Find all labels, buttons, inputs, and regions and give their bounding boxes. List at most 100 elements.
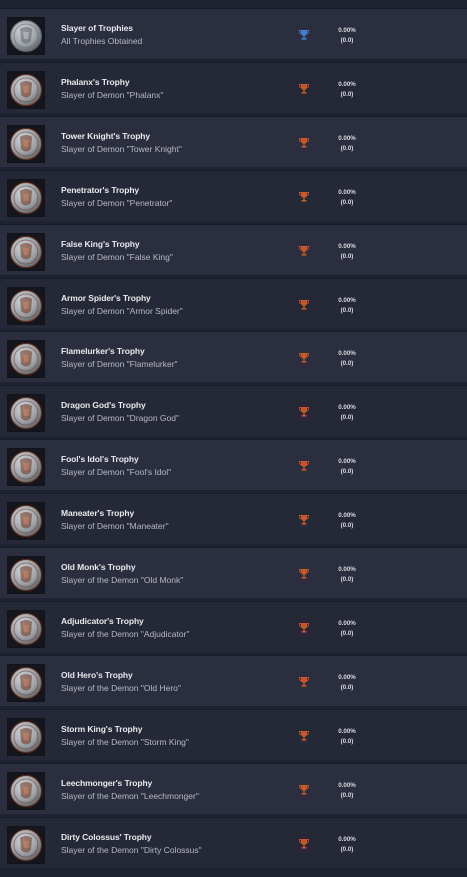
dirty-colossus-medal-icon — [7, 825, 45, 864]
rarity-percent: 0.00% — [338, 673, 356, 681]
bronze-trophy-icon — [299, 784, 309, 795]
rarity-count: (0.0) — [340, 576, 354, 583]
trophy-row[interactable]: Old Hero's Trophy Slayer of the Demon "Ol… — [0, 654, 467, 706]
trophy-description: Slayer of Demon "Fool's Idol" — [61, 467, 172, 478]
penetrator-medal-icon — [7, 178, 45, 217]
trophy-row[interactable]: Tower Knight's Trophy Slayer of Demon "To… — [0, 115, 467, 167]
flamelurker-medal-icon — [7, 340, 45, 379]
leechmonger-medal-icon — [7, 771, 45, 810]
adjudicator-medal-icon — [7, 609, 45, 648]
bronze-trophy-icon — [299, 83, 309, 94]
platinum-trophy-icon — [299, 29, 309, 40]
rarity-percent: 0.00% — [338, 781, 356, 789]
trophy-row[interactable]: False King's Trophy Slayer of Demon "Fals… — [0, 223, 467, 275]
trophy-description: Slayer of Demon "Phalanx" — [61, 89, 164, 100]
storm-king-medal-icon — [7, 717, 45, 756]
trophy-description: Slayer of the Demon "Storm King" — [61, 736, 189, 747]
rarity-count: (0.0) — [340, 252, 354, 260]
trophy-title: Old Monk's Trophy — [61, 562, 136, 572]
trophy-description: All Trophies Obtained — [61, 36, 143, 46]
maneater-medal-icon — [7, 502, 45, 541]
rarity-percent: 0.00% — [338, 188, 356, 196]
trophy-row[interactable]: Penetrator's Trophy Slayer of Demon "Pene… — [0, 169, 467, 221]
trophy-title: Tower Knight's Trophy — [61, 130, 151, 141]
trophy-title: Storm King's Trophy — [61, 723, 143, 734]
bronze-trophy-icon — [299, 460, 309, 471]
trophy-description: Slayer of the Demon "Leechmonger" — [61, 790, 199, 801]
trophy-description: Slayer of Demon "Armor Spider" — [61, 305, 183, 316]
rarity-percent: 0.00% — [338, 80, 356, 88]
rarity-count: (0.0) — [340, 522, 354, 530]
rarity-count: (0.0) — [340, 845, 354, 853]
bronze-trophy-icon — [299, 406, 309, 417]
rarity-percent: 0.00% — [338, 835, 356, 843]
rarity-count: (0.0) — [340, 737, 354, 745]
rarity-percent: 0.00% — [338, 458, 356, 466]
trophy-title: Dirty Colossus' Trophy — [61, 831, 152, 842]
bronze-trophy-icon — [299, 514, 309, 525]
trophy-title: Flamelurker's Trophy — [61, 346, 145, 357]
rarity-percent: 0.00% — [338, 566, 356, 573]
trophy-row[interactable]: Slayer of Trophies All Trophies Obtained 0… — [0, 8, 467, 59]
trophy-description: Slayer of the Demon "Old Monk" — [61, 575, 184, 585]
trophy-description: Slayer of Demon "Tower Knight" — [61, 143, 182, 154]
bronze-trophy-icon — [299, 730, 309, 741]
fools-idol-medal-icon — [7, 448, 45, 487]
bronze-trophy-icon — [299, 622, 309, 633]
trophy-description: Slayer of Demon "Flamelurker" — [61, 359, 178, 370]
rarity-count: (0.0) — [340, 360, 354, 368]
armor-spider-medal-icon — [7, 286, 45, 325]
trophy-description: Slayer of Demon "False King" — [61, 251, 173, 262]
trophy-row[interactable]: Dirty Colossus' Trophy Slayer of the Demo… — [0, 816, 467, 868]
rarity-count: (0.0) — [340, 37, 354, 44]
trophy-description: Slayer of Demon "Maneater" — [61, 521, 169, 532]
rarity-count: (0.0) — [340, 629, 354, 637]
trophy-row[interactable]: Dragon God's Trophy Slayer of Demon "Drag… — [0, 385, 467, 437]
trophy-row[interactable]: Fool's Idol's Trophy Slayer of Demon "Foo… — [0, 439, 467, 491]
rarity-count: (0.0) — [340, 90, 354, 98]
bronze-trophy-icon — [299, 137, 309, 148]
rarity-count: (0.0) — [340, 468, 354, 476]
bronze-trophy-icon — [299, 245, 309, 256]
trophy-title: Old Hero's Trophy — [61, 669, 133, 680]
trophy-row[interactable]: Phalanx's Trophy Slayer of Demon "Phalanx… — [0, 61, 467, 113]
trophy-row[interactable]: Old Monk's Trophy Slayer of the Demon "Ol… — [0, 547, 467, 598]
dragon-god-medal-icon — [7, 394, 45, 433]
trophy-title: Leechmonger's Trophy — [61, 777, 153, 788]
rarity-count: (0.0) — [340, 306, 354, 314]
trophy-description: Slayer of the Demon "Old Hero" — [61, 682, 181, 693]
rarity-percent: 0.00% — [338, 296, 356, 304]
rarity-percent: 0.00% — [338, 242, 356, 250]
bronze-trophy-icon — [299, 299, 309, 310]
trophy-title: False King's Trophy — [61, 238, 140, 249]
trophy-description: Slayer of the Demon "Adjudicator" — [61, 628, 190, 639]
trophy-description: Slayer of Demon "Dragon God" — [61, 413, 180, 424]
trophy-title: Slayer of Trophies — [61, 23, 133, 33]
bronze-trophy-icon — [299, 352, 309, 363]
phalanx-medal-icon — [7, 70, 45, 109]
trophy-row[interactable]: Flamelurker's Trophy Slayer of Demon "Fla… — [0, 331, 467, 383]
bronze-trophy-icon — [299, 676, 309, 687]
trophy-row[interactable]: Maneater's Trophy Slayer of Demon "Maneat… — [0, 493, 467, 545]
tower-knight-medal-icon — [7, 124, 45, 163]
trophy-description: Slayer of Demon "Penetrator" — [61, 197, 173, 208]
rarity-percent: 0.00% — [338, 727, 356, 735]
trophy-title: Maneater's Trophy — [61, 508, 135, 519]
rarity-percent: 0.00% — [338, 27, 356, 34]
trophy-row[interactable]: Adjudicator's Trophy Slayer of the Demon … — [0, 600, 467, 652]
trophy-row[interactable]: Armor Spider's Trophy Slayer of Demon "Ar… — [0, 277, 467, 329]
trophy-title: Penetrator's Trophy — [61, 184, 140, 195]
old-monk-medal-icon — [7, 556, 45, 594]
trophy-row[interactable]: Leechmonger's Trophy Slayer of the Demon … — [0, 762, 467, 814]
old-hero-medal-icon — [7, 663, 45, 702]
rarity-percent: 0.00% — [338, 404, 356, 412]
bronze-trophy-icon — [299, 191, 309, 202]
trophy-list: Slayer of Trophies All Trophies Obtained 0… — [0, 0, 467, 877]
rarity-count: (0.0) — [340, 683, 354, 691]
trophy-row[interactable]: Storm King's Trophy Slayer of the Demon "… — [0, 708, 467, 760]
trophy-title: Adjudicator's Trophy — [61, 615, 144, 626]
bronze-trophy-icon — [299, 568, 309, 579]
rarity-count: (0.0) — [340, 791, 354, 799]
trophy-title: Armor Spider's Trophy — [61, 292, 151, 303]
trophy-title: Phalanx's Trophy — [61, 76, 130, 87]
